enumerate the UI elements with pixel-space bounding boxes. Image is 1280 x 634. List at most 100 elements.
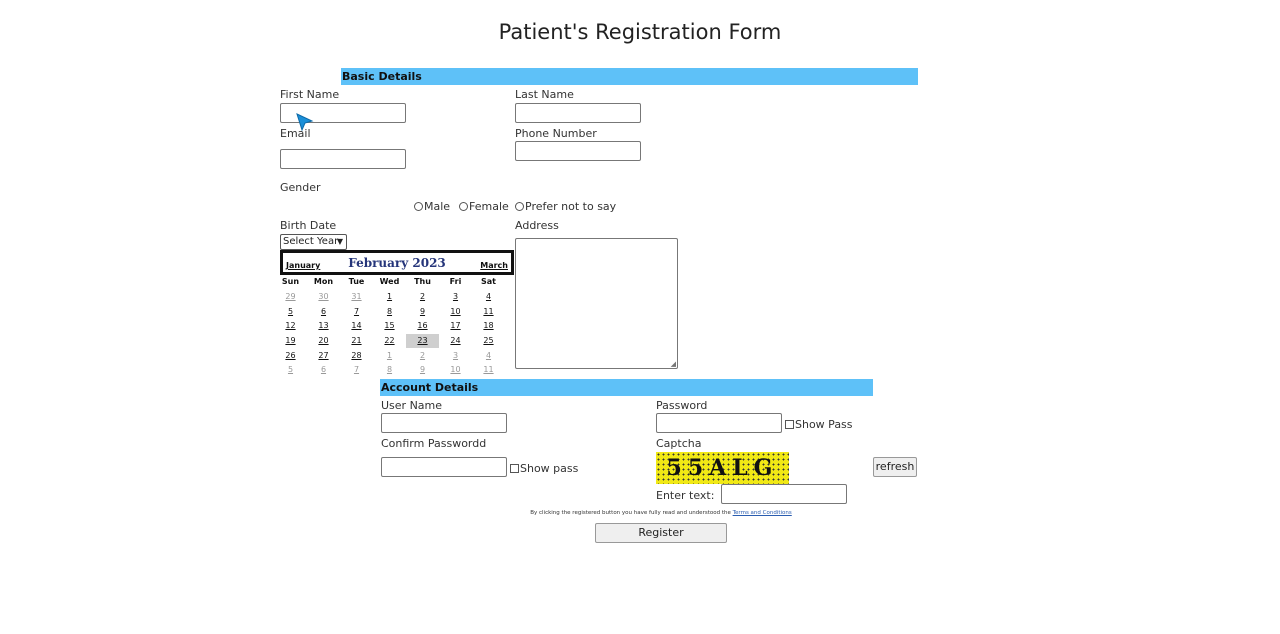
resize-handle-icon[interactable]: ◢ bbox=[671, 360, 676, 368]
captcha-label: Captcha bbox=[656, 437, 702, 450]
calendar-grid: Sun Mon Tue Wed Thu Fri Sat 29 30 31 1 2 3 4 5 6… bbox=[274, 277, 505, 378]
calendar-day[interactable]: 2 bbox=[406, 349, 439, 363]
address-textarea[interactable]: ◢ bbox=[515, 238, 678, 369]
show-pass-toggle[interactable]: Show Pass bbox=[785, 418, 853, 431]
gender-female-option[interactable]: Female bbox=[459, 200, 509, 213]
gender-prefer-not-option[interactable]: Prefer not to say bbox=[515, 200, 616, 213]
gender-label: Gender bbox=[280, 181, 321, 194]
calendar-day[interactable]: 2 bbox=[406, 290, 439, 304]
calendar-day[interactable]: 27 bbox=[307, 349, 340, 363]
calendar-day[interactable]: 7 bbox=[340, 305, 373, 319]
calendar-day[interactable]: 24 bbox=[439, 334, 472, 348]
calendar-day[interactable]: 5 bbox=[274, 305, 307, 319]
show-pass-confirm-label: Show pass bbox=[520, 462, 579, 475]
calendar-day[interactable]: 3 bbox=[439, 290, 472, 304]
calendar-day[interactable]: 8 bbox=[373, 363, 406, 377]
calendar-day[interactable]: 20 bbox=[307, 334, 340, 348]
weekday-label: Mon bbox=[313, 277, 334, 286]
calendar-week-row: 12 13 14 15 16 17 18 bbox=[274, 319, 505, 333]
show-pass-confirm-toggle[interactable]: Show pass bbox=[510, 462, 578, 475]
calendar-day[interactable]: 17 bbox=[439, 319, 472, 333]
calendar-day[interactable]: 1 bbox=[373, 349, 406, 363]
calendar-day[interactable]: 31 bbox=[340, 290, 373, 304]
calendar-week-row: 19 20 21 22 23 24 25 bbox=[274, 334, 505, 349]
show-pass-confirm-checkbox[interactable] bbox=[510, 464, 519, 473]
calendar-day[interactable]: 7 bbox=[340, 363, 373, 377]
calendar-week-row: 29 30 31 1 2 3 4 bbox=[274, 290, 505, 304]
birth-date-label: Birth Date bbox=[280, 219, 337, 232]
captcha-input[interactable] bbox=[721, 484, 847, 504]
calendar-day[interactable]: 29 bbox=[274, 290, 307, 304]
terms-link[interactable]: Terms and Conditions bbox=[733, 510, 792, 516]
email-input[interactable] bbox=[280, 149, 406, 169]
calendar-day[interactable]: 10 bbox=[439, 305, 472, 319]
calendar-week-row: 26 27 28 1 2 3 4 bbox=[274, 349, 505, 363]
password-label: Password bbox=[656, 399, 708, 412]
calendar-day[interactable]: 18 bbox=[472, 319, 505, 333]
confirm-password-label: Confirm Passwordd bbox=[381, 437, 487, 450]
calendar-day[interactable]: 25 bbox=[472, 334, 505, 348]
female-label: Female bbox=[469, 200, 509, 213]
calendar-day[interactable]: 23 bbox=[406, 334, 439, 349]
female-radio[interactable] bbox=[459, 202, 468, 211]
calendar-day[interactable]: 13 bbox=[307, 319, 340, 333]
calendar-day[interactable]: 28 bbox=[340, 349, 373, 363]
year-select[interactable]: Select Year ▼ bbox=[280, 234, 347, 250]
weekday-label: Tue bbox=[348, 277, 365, 286]
calendar-day[interactable]: 10 bbox=[439, 363, 472, 377]
prefer-not-radio[interactable] bbox=[515, 202, 524, 211]
phone-input[interactable] bbox=[515, 141, 641, 161]
calendar-weeks: 29 30 31 1 2 3 4 5 6 7 8 9 10 11 12 13 14 15 16 17 18 19 20 21 2… bbox=[274, 290, 505, 377]
calendar-day[interactable]: 5 bbox=[274, 363, 307, 377]
show-pass-label: Show Pass bbox=[795, 418, 853, 431]
calendar-day[interactable]: 1 bbox=[373, 290, 406, 304]
calendar-day[interactable]: 6 bbox=[307, 305, 340, 319]
phone-label: Phone Number bbox=[515, 127, 597, 140]
username-input[interactable] bbox=[381, 413, 507, 433]
refresh-captcha-button[interactable]: refresh bbox=[873, 457, 917, 477]
calendar-day[interactable]: 9 bbox=[406, 363, 439, 377]
captcha-image: 55ALG bbox=[656, 452, 789, 484]
calendar-header: January February 2023 March bbox=[280, 250, 514, 275]
calendar-day[interactable]: 22 bbox=[373, 334, 406, 348]
year-select-value: Select Year bbox=[283, 236, 339, 247]
show-pass-checkbox[interactable] bbox=[785, 420, 794, 429]
weekday-label: Fri bbox=[449, 277, 462, 286]
account-details-header: Account Details bbox=[380, 379, 873, 396]
calendar-day[interactable]: 15 bbox=[373, 319, 406, 333]
chevron-down-icon: ▼ bbox=[336, 237, 343, 246]
last-name-label: Last Name bbox=[515, 88, 574, 101]
calendar-day[interactable]: 26 bbox=[274, 349, 307, 363]
calendar-day[interactable]: 8 bbox=[373, 305, 406, 319]
calendar-weekdays: Sun Mon Tue Wed Thu Fri Sat bbox=[274, 277, 505, 286]
calendar-day[interactable]: 16 bbox=[406, 319, 439, 333]
calendar-day[interactable]: 30 bbox=[307, 290, 340, 304]
calendar-next-month[interactable]: March bbox=[480, 261, 508, 270]
calendar-day[interactable]: 3 bbox=[439, 349, 472, 363]
calendar-day[interactable]: 12 bbox=[274, 319, 307, 333]
calendar-day[interactable]: 11 bbox=[472, 305, 505, 319]
calendar-day[interactable]: 4 bbox=[472, 290, 505, 304]
weekday-label: Wed bbox=[379, 277, 400, 286]
register-button[interactable]: Register bbox=[595, 523, 727, 543]
password-input[interactable] bbox=[656, 413, 782, 433]
weekday-label: Sun bbox=[281, 277, 300, 286]
calendar-day[interactable]: 6 bbox=[307, 363, 340, 377]
male-radio[interactable] bbox=[414, 202, 423, 211]
enter-text-label: Enter text: bbox=[656, 489, 715, 502]
confirm-password-input[interactable] bbox=[381, 457, 507, 477]
calendar-day[interactable]: 19 bbox=[274, 334, 307, 348]
calendar-day[interactable]: 21 bbox=[340, 334, 373, 348]
calendar-day[interactable]: 4 bbox=[472, 349, 505, 363]
mouse-cursor-icon bbox=[296, 113, 314, 131]
calendar-day[interactable]: 14 bbox=[340, 319, 373, 333]
basic-details-header: Basic Details bbox=[341, 68, 918, 85]
weekday-label: Sat bbox=[481, 277, 496, 286]
prefer-not-label: Prefer not to say bbox=[525, 200, 617, 213]
gender-male-option[interactable]: Male bbox=[414, 200, 450, 213]
last-name-input[interactable] bbox=[515, 103, 641, 123]
calendar-day[interactable]: 9 bbox=[406, 305, 439, 319]
first-name-label: First Name bbox=[280, 88, 340, 101]
calendar-day[interactable]: 11 bbox=[472, 363, 505, 377]
captcha-text: 55ALG bbox=[666, 455, 779, 481]
